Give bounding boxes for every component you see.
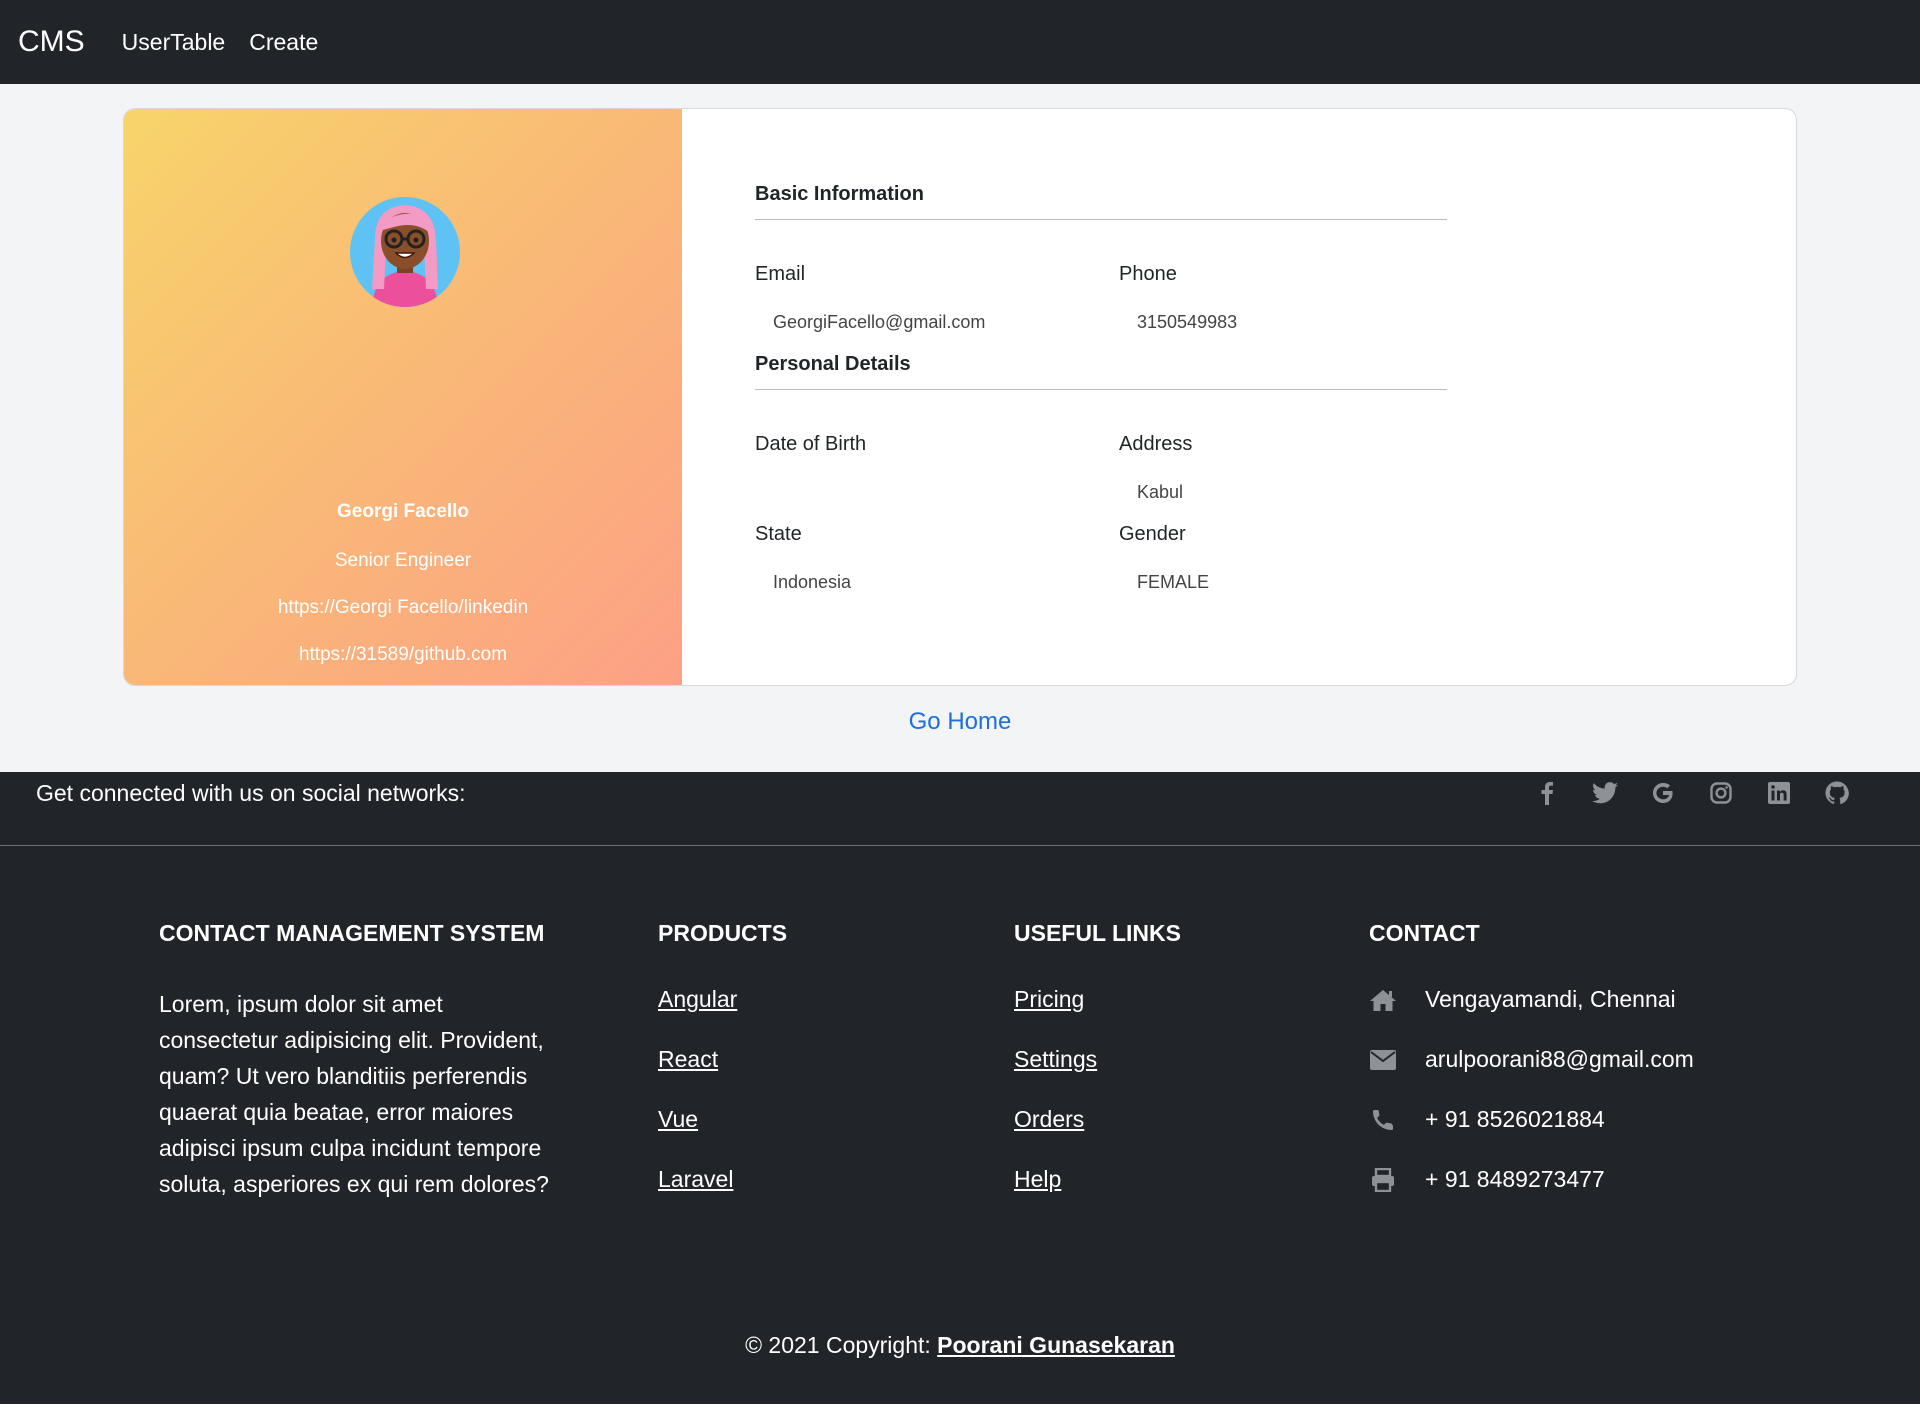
- basic-info-divider: [755, 219, 1447, 220]
- product-link-laravel[interactable]: Laravel: [658, 1166, 733, 1193]
- useful-links-title: USEFUL LINKS: [1014, 920, 1181, 946]
- social-bar: Get connected with us on social networks…: [0, 772, 1920, 846]
- instagram-icon[interactable]: [1706, 778, 1736, 808]
- about-text: Lorem, ipsum dolor sit amet consectetur …: [159, 991, 549, 1197]
- linkedin-icon[interactable]: [1764, 778, 1794, 808]
- personal-details-heading: Personal Details: [755, 353, 911, 375]
- products-title: PRODUCTS: [658, 920, 788, 946]
- brand-link[interactable]: CMS: [18, 25, 85, 59]
- contact-address-text: Vengayamandi, Chennai: [1425, 986, 1676, 1012]
- gender-value: FEMALE: [1137, 572, 1210, 592]
- copyright-text: © 2021 Copyright:: [745, 1332, 931, 1358]
- address-label: Address: [1119, 433, 1193, 455]
- twitter-icon[interactable]: [1590, 778, 1620, 808]
- contact-fax: + 91 8489273477: [1369, 1166, 1605, 1193]
- facebook-icon[interactable]: [1532, 778, 1562, 808]
- useful-link-pricing[interactable]: Pricing: [1014, 986, 1084, 1013]
- phone-icon: [1369, 1107, 1397, 1133]
- phone-label: Phone: [1119, 263, 1177, 285]
- navbar: CMS UserTable Create: [0, 0, 1920, 84]
- profile-job-title: Senior Engineer: [334, 550, 472, 571]
- contact-address: Vengayamandi, Chennai: [1369, 986, 1676, 1013]
- profile-card: Georgi Facello Senior Engineer https://G…: [123, 108, 1797, 686]
- google-icon[interactable]: [1648, 778, 1678, 808]
- social-text: Get connected with us on social networks…: [36, 780, 466, 806]
- state-value: Indonesia: [773, 572, 852, 592]
- contact-phone: + 91 8526021884: [1369, 1106, 1605, 1133]
- contact-fax-text: + 91 8489273477: [1425, 1166, 1605, 1192]
- nav-link-create[interactable]: Create: [249, 29, 318, 56]
- email-value: GeorgiFacello@gmail.com: [773, 312, 986, 332]
- product-link-vue[interactable]: Vue: [658, 1106, 698, 1133]
- avatar: [350, 197, 460, 307]
- profile-details-panel: Basic Information Email GeorgiFacello@gm…: [682, 109, 1796, 685]
- footer: Get connected with us on social networks…: [0, 772, 1920, 1404]
- product-link-angular[interactable]: Angular: [658, 986, 737, 1013]
- copyright-author-link[interactable]: Poorani Gunasekaran: [937, 1332, 1175, 1358]
- useful-link-orders[interactable]: Orders: [1014, 1106, 1084, 1133]
- phone-value: 3150549983: [1137, 312, 1238, 332]
- address-value: Kabul: [1137, 482, 1184, 502]
- github-icon[interactable]: [1822, 778, 1852, 808]
- profile-summary-panel: Georgi Facello Senior Engineer https://G…: [124, 109, 682, 685]
- contact-email-text: arulpoorani88@gmail.com: [1425, 1046, 1694, 1072]
- home-icon: [1369, 987, 1397, 1013]
- envelope-icon: [1369, 1047, 1397, 1073]
- nav-link-usertable[interactable]: UserTable: [122, 29, 226, 56]
- personal-details-divider: [755, 389, 1447, 390]
- basic-info-heading: Basic Information: [755, 183, 924, 205]
- social-icons: [1532, 778, 1852, 808]
- gender-label: Gender: [1119, 523, 1186, 545]
- profile-linkedin: https://Georgi Facello/linkedin: [277, 597, 529, 618]
- contact-email: arulpoorani88@gmail.com: [1369, 1046, 1694, 1073]
- useful-link-help[interactable]: Help: [1014, 1166, 1061, 1193]
- contact-title: CONTACT: [1369, 920, 1480, 946]
- email-label: Email: [755, 263, 806, 285]
- profile-name: Georgi Facello: [337, 501, 469, 522]
- about-title: CONTACT MANAGEMENT SYSTEM: [159, 920, 545, 946]
- contact-phone-text: + 91 8526021884: [1425, 1106, 1605, 1132]
- state-label: State: [755, 523, 802, 545]
- go-home-link[interactable]: Go Home: [0, 708, 1920, 736]
- copyright: © 2021 Copyright: Poorani Gunasekaran: [0, 1332, 1920, 1359]
- print-icon: [1369, 1167, 1397, 1193]
- dob-label: Date of Birth: [755, 433, 867, 455]
- product-link-react[interactable]: React: [658, 1046, 718, 1073]
- useful-link-settings[interactable]: Settings: [1014, 1046, 1097, 1073]
- profile-github: https://31589/github.com: [298, 644, 508, 665]
